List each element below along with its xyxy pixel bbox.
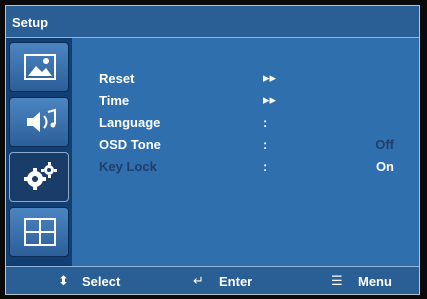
footer-hints: ⬍ Select ↵ Enter ☰ Menu — [6, 266, 419, 294]
key-lock-value: On — [375, 159, 394, 174]
sidebar — [6, 38, 72, 268]
title-bar: Setup — [6, 6, 419, 38]
gear-icon — [24, 162, 57, 190]
settings-panel: Reset ▸▸ Time ▸▸ Language : OSD Tone : O… — [72, 38, 419, 268]
enter-icon: ↵ — [193, 274, 204, 289]
menu-icon: ☰ — [331, 274, 343, 289]
audio-icon — [27, 108, 56, 132]
menu-row-time[interactable]: Time ▸▸ — [72, 93, 419, 111]
tab-audio[interactable] — [9, 97, 69, 147]
tab-setup[interactable] — [9, 152, 69, 202]
menu-row-reset[interactable]: Reset ▸▸ — [72, 71, 419, 89]
menu-hint: Menu — [358, 274, 392, 289]
tab-picture[interactable] — [9, 42, 69, 92]
osd-tone-value: Off — [375, 137, 394, 152]
menu-row-key-lock[interactable]: Key Lock : On — [72, 159, 419, 177]
grid-icon — [24, 218, 56, 246]
up-down-icon: ⬍ — [58, 274, 69, 289]
enter-hint: Enter — [219, 274, 253, 289]
tab-layout[interactable] — [9, 207, 69, 257]
page-title: Setup — [12, 15, 49, 30]
osd-window: Setup Reset ▸▸ Time ▸▸ Language: OSD To… — [5, 5, 420, 295]
menu-row-osd-tone[interactable]: OSD Tone : Off — [72, 137, 419, 155]
picture-icon — [24, 54, 56, 80]
select-hint: Select — [82, 274, 121, 289]
menu-row-language[interactable]: Language : — [72, 115, 419, 133]
submenu-arrow-icon: ▸▸ — [263, 93, 277, 108]
submenu-arrow-icon: ▸▸ — [263, 71, 277, 86]
